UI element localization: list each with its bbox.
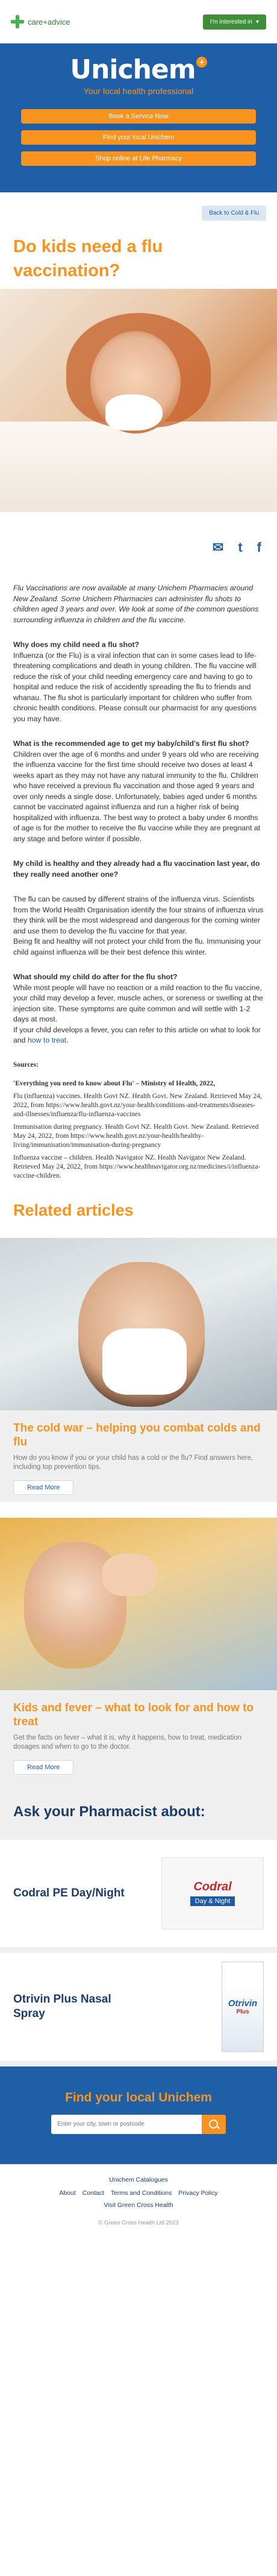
question-heading: What should my child do after for the fl… xyxy=(13,973,178,981)
article-hero-image xyxy=(0,289,277,512)
related-desc: Get the facts on fever – what it is, why… xyxy=(13,1734,242,1750)
related-title[interactable]: The cold war – helping you combat colds … xyxy=(13,1421,264,1449)
question-heading: My child is healthy and they already had… xyxy=(13,859,260,879)
share-bar: ✉ t f xyxy=(0,512,277,583)
question-heading: What is the recommended age to get my ba… xyxy=(13,739,249,748)
source-item[interactable]: Flu (influenza) vaccines. Health Govt NZ… xyxy=(13,1092,264,1119)
answer-text: Being fit and healthy will not protect y… xyxy=(13,937,261,956)
footer-link-about[interactable]: About xyxy=(59,2189,75,2197)
hero-banner: Unichem + Your local health professional… xyxy=(0,43,277,192)
chevron-down-icon: ▾ xyxy=(255,18,259,25)
source-item: Influenza vaccine – children. Health Nav… xyxy=(13,1154,261,1179)
search-icon[interactable] xyxy=(202,2114,226,2134)
brand-name: Unichem xyxy=(70,54,196,85)
interested-in-dropdown[interactable]: I'm interested in ▾ xyxy=(202,14,266,30)
footer-link-privacy[interactable]: Privacy Policy xyxy=(178,2189,217,2197)
product-name[interactable]: Otrivin Plus Nasal Spray xyxy=(13,1992,134,2021)
facebook-icon[interactable]: f xyxy=(257,540,261,555)
copyright: © Green Cross Health Ltd 2023 xyxy=(98,2219,179,2226)
source-item: Immunisation during pregnancy. Health Go… xyxy=(13,1123,259,1149)
related-card[interactable]: Kids and fever – what to look for and ho… xyxy=(0,1517,277,1782)
related-desc: How do you know if you or your child has… xyxy=(13,1454,254,1471)
page-title: Do kids need a flu vaccination? xyxy=(13,237,163,280)
answer-text: While most people will have no reaction … xyxy=(13,983,263,1024)
answer-text: Influenza (or the Flu) is a viral infect… xyxy=(13,651,257,723)
pack-brand: Otrivin xyxy=(228,1998,258,2009)
logo-text: care+advice xyxy=(28,17,70,27)
article-body: Flu Vaccinations are now available at ma… xyxy=(13,584,264,1181)
footer: Unichem Catalogues About Contact Terms a… xyxy=(0,2164,277,2236)
ask-pharmacist-section: Ask your Pharmacist about: Codral PE Day… xyxy=(0,1781,277,2066)
book-service-button[interactable]: Book a Service Now xyxy=(21,109,256,124)
find-store-section: Find your local Unichem xyxy=(0,2066,277,2164)
footer-link-terms[interactable]: Terms and Conditions xyxy=(111,2189,172,2197)
shop-online-button[interactable]: Shop online at Life Pharmacy xyxy=(21,151,256,166)
product-name[interactable]: Codral PE Day/Night xyxy=(13,1886,134,1901)
email-icon[interactable]: ✉ xyxy=(213,540,223,555)
tagline: Your local health professional xyxy=(83,86,194,96)
pack-sub: Plus xyxy=(236,2008,249,2015)
product-image: Codral Day & Night xyxy=(161,1857,264,1930)
article-lead: Flu Vaccinations are now available at ma… xyxy=(13,584,259,624)
find-unichem-button[interactable]: Find your local Unichem xyxy=(21,130,256,145)
top-bar: care+advice I'm interested in ▾ xyxy=(0,0,277,43)
related-card[interactable]: The cold war – helping you combat colds … xyxy=(0,1237,277,1502)
related-image xyxy=(0,1237,277,1410)
related-image xyxy=(0,1517,277,1690)
read-more-button[interactable]: Read More xyxy=(13,1760,74,1775)
product-card[interactable]: Codral PE Day/Night Codral Day & Night xyxy=(0,1839,277,1953)
related-heading: Related articles xyxy=(13,1201,134,1219)
source-item: 'Everything you need to know about Flu' … xyxy=(13,1079,216,1087)
green-cross-icon xyxy=(11,15,24,28)
visit-gch-link[interactable]: Visit Green Cross Health xyxy=(0,2202,277,2209)
ask-heading: Ask your Pharmacist about: xyxy=(13,1803,205,1820)
twitter-icon[interactable]: t xyxy=(238,540,242,555)
unichem-logo[interactable]: Unichem + xyxy=(70,54,207,85)
location-search-input[interactable] xyxy=(51,2114,202,2134)
catalogues-link[interactable]: Unichem Catalogues xyxy=(0,2176,277,2183)
back-to-cold-flu-button[interactable]: Back to Cold & Flu xyxy=(202,206,266,221)
pack-sub: Day & Night xyxy=(190,1896,235,1906)
find-heading: Find your local Unichem xyxy=(65,2090,212,2104)
product-image: Otrivin Plus xyxy=(222,1961,264,2052)
plus-icon: + xyxy=(196,57,207,68)
footer-link-contact[interactable]: Contact xyxy=(82,2189,104,2197)
green-cross-logo[interactable]: care+advice xyxy=(11,15,70,28)
related-title[interactable]: Kids and fever – what to look for and ho… xyxy=(13,1701,264,1729)
sources-heading: Sources: xyxy=(13,1061,39,1069)
how-to-treat-link[interactable]: how to treat xyxy=(28,1036,66,1044)
read-more-button[interactable]: Read More xyxy=(13,1480,74,1495)
answer-text: Children over the age of 6 months and un… xyxy=(13,750,261,843)
interested-label: I'm interested in xyxy=(210,18,252,25)
question-heading: Why does my child need a flu shot? xyxy=(13,640,140,649)
pack-brand: Codral xyxy=(193,1880,232,1893)
sources-list: Sources: 'Everything you need to know ab… xyxy=(13,1061,264,1181)
product-card[interactable]: Otrivin Plus Nasal Spray Otrivin Plus xyxy=(0,1953,277,2066)
answer-text: The flu can be caused by different strai… xyxy=(13,895,264,935)
